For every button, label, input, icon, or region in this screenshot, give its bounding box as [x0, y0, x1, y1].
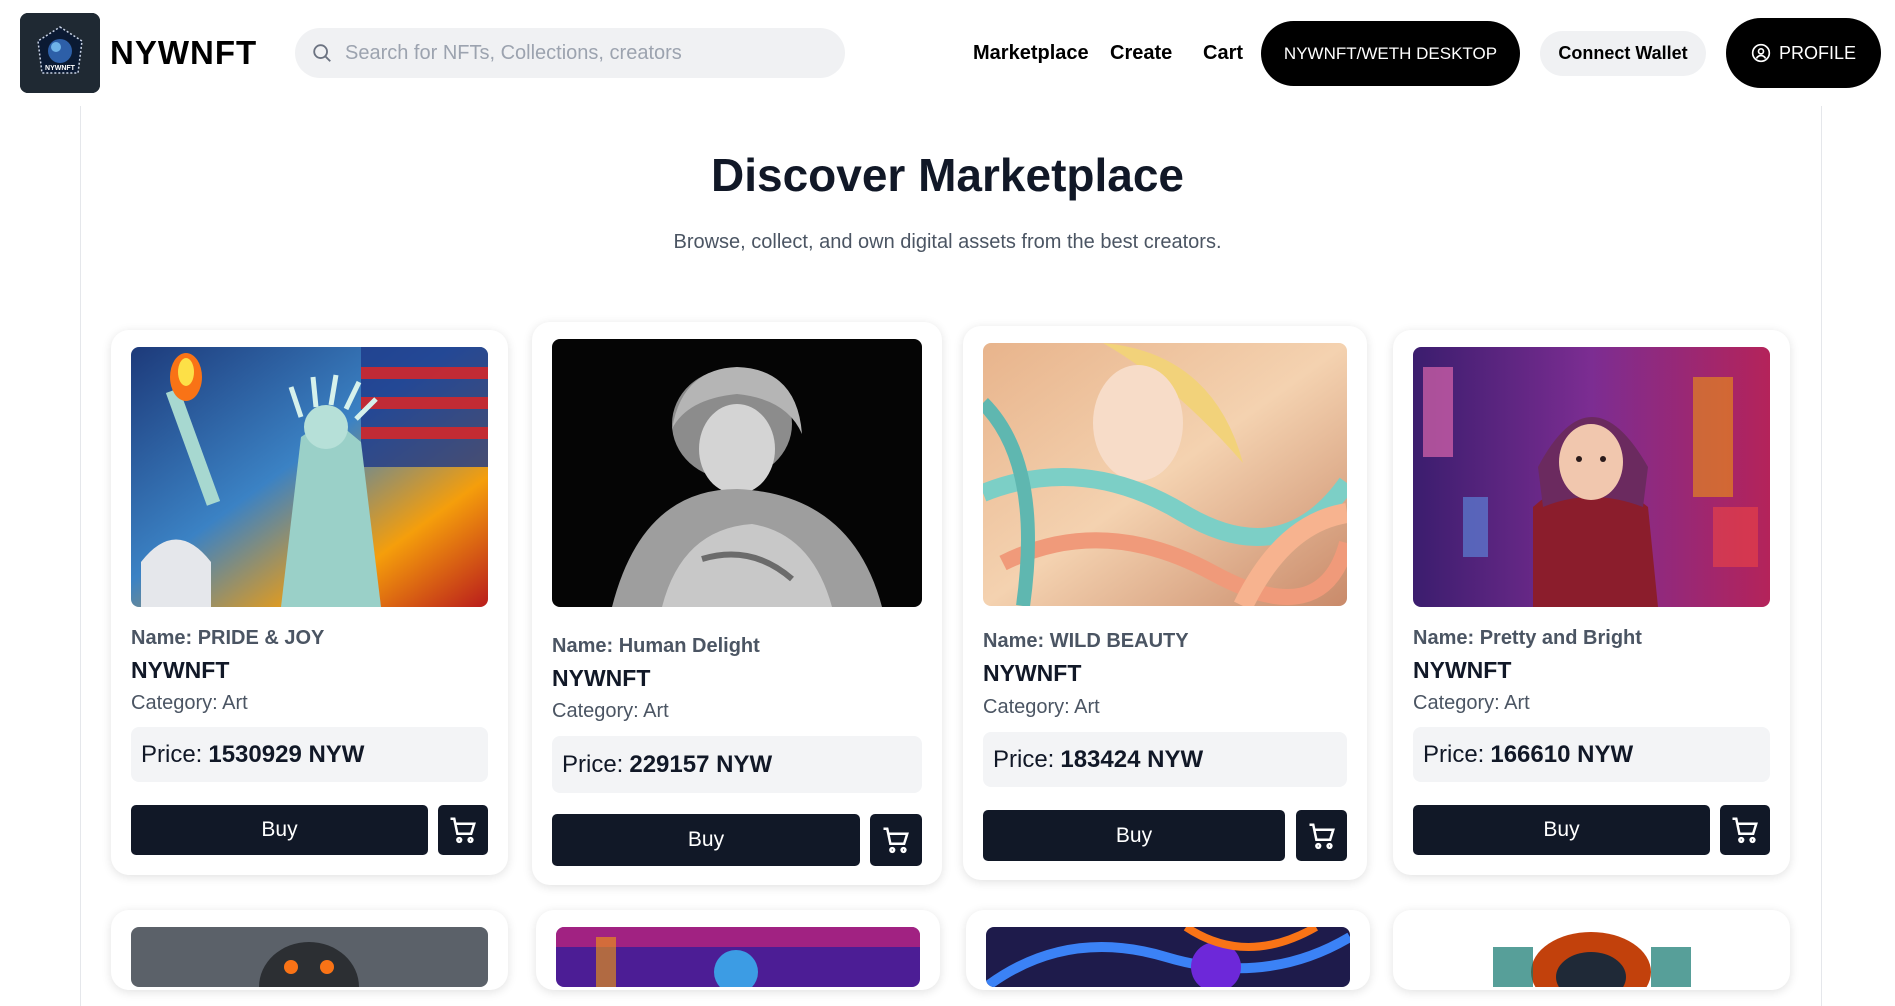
nav-cart[interactable]: Cart: [1203, 42, 1243, 65]
nft-creator: NYWNFT: [1413, 657, 1512, 683]
nft-image[interactable]: [131, 347, 488, 607]
user-circle-icon: [1751, 43, 1771, 63]
page-subtitle: Browse, collect, and own digital assets …: [673, 231, 1222, 253]
price-label: Price:: [562, 750, 624, 778]
nft-card[interactable]: [966, 910, 1370, 990]
nft-card[interactable]: Name: Pretty and Bright NYWNFT Category:…: [1393, 330, 1790, 875]
nav-marketplace[interactable]: Marketplace: [973, 42, 1089, 65]
nft-image[interactable]: [131, 927, 488, 987]
nft-image[interactable]: [1413, 347, 1770, 607]
buy-button[interactable]: Buy: [131, 805, 428, 855]
brand-logo[interactable]: NYWNFT: [20, 13, 100, 93]
nft-creator: NYWNFT: [552, 665, 651, 691]
nft-image[interactable]: [552, 339, 922, 607]
nft-name: Name: PRIDE & JOY: [131, 627, 325, 649]
shopping-cart-icon: [1732, 817, 1758, 844]
nft-image[interactable]: [986, 927, 1350, 987]
search-input[interactable]: [345, 28, 830, 78]
nft-price-box: Price: 166610 NYW: [1413, 727, 1770, 782]
price-value: 166610 NYW: [1490, 740, 1634, 768]
price-label: Price:: [1423, 740, 1485, 768]
price-value: 183424 NYW: [1060, 745, 1204, 773]
nft-card[interactable]: [536, 910, 940, 990]
nft-category: Category: Art: [1413, 692, 1530, 714]
shopping-cart-icon: [450, 817, 476, 844]
profile-button[interactable]: PROFILE: [1726, 18, 1881, 88]
nft-category: Category: Art: [552, 700, 669, 722]
price-value: 229157 NYW: [629, 750, 773, 778]
nft-image[interactable]: [556, 927, 920, 987]
nft-card[interactable]: Name: Human Delight NYWNFT Category: Art…: [532, 322, 942, 885]
buy-button[interactable]: Buy: [1413, 805, 1710, 855]
nft-card[interactable]: Name: WILD BEAUTY NYWNFT Category: Art P…: [963, 326, 1367, 880]
buy-button[interactable]: Buy: [552, 814, 860, 866]
page-title: Discover Marketplace: [710, 149, 1185, 201]
nft-category: Category: Art: [131, 692, 248, 714]
nft-card[interactable]: [111, 910, 508, 990]
nft-price-box: Price: 229157 NYW: [552, 736, 922, 793]
add-to-cart-button[interactable]: [438, 805, 488, 855]
nft-card[interactable]: [1393, 910, 1790, 990]
add-to-cart-button[interactable]: [1720, 805, 1770, 855]
nft-image[interactable]: [983, 343, 1347, 606]
buy-button[interactable]: Buy: [983, 810, 1285, 861]
nft-creator: NYWNFT: [983, 660, 1082, 686]
nft-creator: NYWNFT: [131, 657, 230, 683]
logo-text: NYWNFT: [45, 65, 76, 72]
search-icon: [313, 44, 331, 62]
nft-price-box: Price: 183424 NYW: [983, 732, 1347, 787]
price-value: 1530929 NYW: [208, 740, 365, 768]
nft-name: Name: Pretty and Bright: [1413, 627, 1642, 649]
connect-wallet-button[interactable]: Connect Wallet: [1540, 31, 1706, 76]
nft-card[interactable]: Name: PRIDE & JOY NYWNFT Category: Art P…: [111, 330, 508, 875]
profile-label: PROFILE: [1778, 42, 1857, 63]
logo-emblem-icon: NYWNFT: [20, 13, 100, 93]
search-bar[interactable]: [295, 28, 845, 78]
add-to-cart-button[interactable]: [1296, 810, 1347, 861]
nft-category: Category: Art: [983, 696, 1100, 718]
brand-name[interactable]: NYWNFT: [110, 34, 257, 72]
desktop-app-button[interactable]: NYWNFT/WETH DESKTOP: [1261, 21, 1520, 86]
shopping-cart-icon: [883, 827, 909, 854]
nft-price-box: Price: 1530929 NYW: [131, 727, 488, 782]
shopping-cart-icon: [1309, 823, 1335, 849]
price-label: Price:: [993, 745, 1055, 773]
nft-name: Name: Human Delight: [552, 635, 760, 657]
price-label: Price:: [141, 740, 203, 768]
nft-name: Name: WILD BEAUTY: [983, 630, 1189, 652]
add-to-cart-button[interactable]: [870, 814, 922, 866]
top-navbar: NYWNFT NYWNFT Marketplace Create Cart NY…: [0, 0, 1895, 106]
nav-create[interactable]: Create: [1110, 42, 1172, 65]
nft-image[interactable]: [1413, 927, 1770, 987]
